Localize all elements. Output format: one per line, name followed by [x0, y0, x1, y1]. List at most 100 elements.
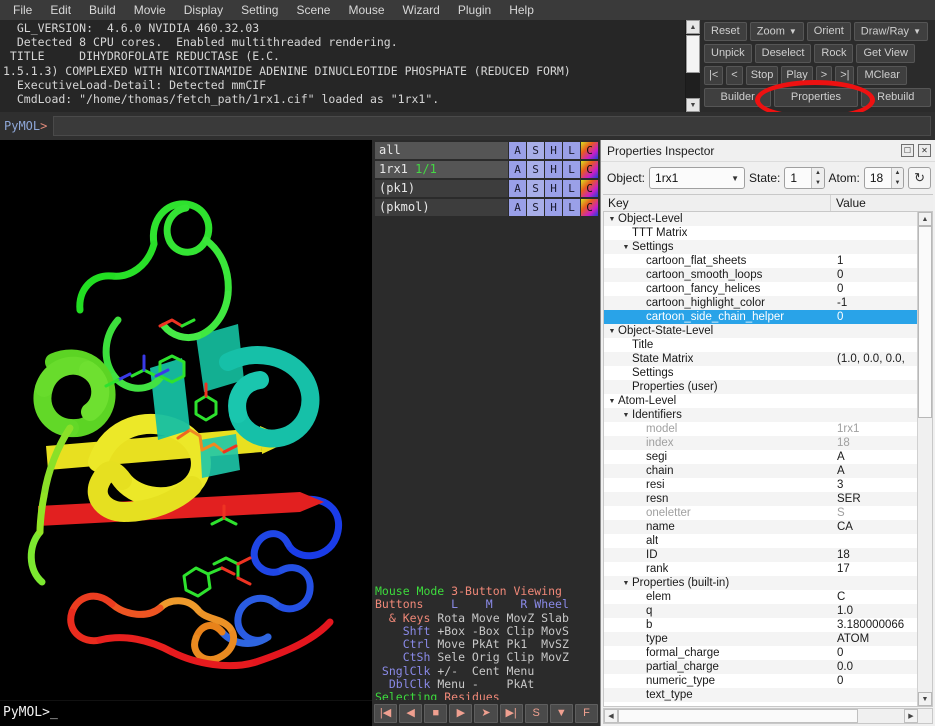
hscroll-thumb[interactable]	[618, 709, 858, 723]
property-value-cell[interactable]: 0	[832, 675, 917, 687]
object-name[interactable]: 1rx1 1/1	[375, 161, 508, 178]
inspector-scroll-up-icon[interactable]: ▲	[918, 212, 932, 226]
object-row[interactable]: (pkmol)ASHLC	[375, 199, 598, 216]
control-button-properties[interactable]: Properties	[774, 88, 857, 107]
property-row[interactable]: cartoon_smooth_loops0	[604, 268, 917, 282]
object-button-h[interactable]: H	[545, 199, 562, 216]
property-value-cell[interactable]: 3.180000066	[832, 619, 917, 631]
atom-stepper-arrows[interactable]: ▲ ▼	[891, 168, 903, 188]
control-button-builder[interactable]: Builder	[704, 88, 771, 107]
property-row[interactable]: cartoon_flat_sheets1	[604, 254, 917, 268]
control-button-[interactable]: <	[726, 66, 742, 85]
log-scroll-thumb[interactable]	[686, 35, 700, 73]
property-value-cell[interactable]: 0	[832, 311, 917, 323]
property-value-cell[interactable]: SER	[832, 493, 917, 505]
menu-edit[interactable]: Edit	[41, 1, 80, 19]
object-button-a[interactable]: A	[509, 199, 526, 216]
control-button-draw-ray[interactable]: Draw/Ray▼	[854, 22, 928, 41]
control-button-rebuild[interactable]: Rebuild	[861, 88, 931, 107]
3d-viewport[interactable]	[0, 140, 372, 700]
object-button-s[interactable]: S	[527, 180, 544, 197]
property-row[interactable]: ▼Properties (built-in)	[604, 576, 917, 590]
movie-down-icon[interactable]: ▼	[550, 704, 573, 723]
tree-expand-icon[interactable]: ▼	[606, 328, 618, 335]
property-value-cell[interactable]: A	[832, 451, 917, 463]
movie-f-icon[interactable]: F	[575, 704, 598, 723]
property-row[interactable]: elemC	[604, 590, 917, 604]
control-button-unpick[interactable]: Unpick	[704, 44, 752, 63]
property-value-cell[interactable]: CA	[832, 521, 917, 533]
property-row[interactable]: partial_charge0.0	[604, 660, 917, 674]
property-row[interactable]: numeric_type0	[604, 674, 917, 688]
property-value-cell[interactable]: 1	[832, 255, 917, 267]
menu-help[interactable]: Help	[500, 1, 543, 19]
object-button-a[interactable]: A	[509, 180, 526, 197]
atom-stepper[interactable]: 18 ▲ ▼	[864, 167, 904, 189]
property-value-cell[interactable]: -1	[832, 297, 917, 309]
property-value-cell[interactable]: 18	[832, 549, 917, 561]
terminal-prompt[interactable]: PyMOL>_	[0, 700, 372, 726]
object-name[interactable]: all	[375, 142, 508, 159]
hscroll-left-icon[interactable]: ◀	[604, 709, 618, 723]
control-button-rock[interactable]: Rock	[814, 44, 853, 63]
control-button-stop[interactable]: Stop	[746, 66, 779, 85]
state-stepper[interactable]: 1 ▲ ▼	[784, 167, 824, 189]
object-button-l[interactable]: L	[563, 199, 580, 216]
log-scrollbar[interactable]: ▲ ▼	[685, 20, 700, 112]
tree-expand-icon[interactable]: ▼	[606, 398, 618, 405]
tree-expand-icon[interactable]: ▼	[620, 412, 632, 419]
log-scroll-down-icon[interactable]: ▼	[686, 98, 700, 112]
property-value-cell[interactable]: 0	[832, 269, 917, 281]
object-button-c[interactable]: C	[581, 180, 598, 197]
tree-expand-icon[interactable]: ▼	[620, 580, 632, 587]
property-value-cell[interactable]: C	[832, 591, 917, 603]
close-icon[interactable]: ✕	[918, 144, 931, 157]
menu-setting[interactable]: Setting	[232, 1, 287, 19]
property-row[interactable]: ▼Object-Level	[604, 212, 917, 226]
object-button-s[interactable]: S	[527, 161, 544, 178]
property-row[interactable]: typeATOM	[604, 632, 917, 646]
state-down-icon[interactable]: ▼	[812, 178, 823, 188]
object-button-h[interactable]: H	[545, 142, 562, 159]
property-row[interactable]: nameCA	[604, 520, 917, 534]
menu-display[interactable]: Display	[175, 1, 232, 19]
object-button-s[interactable]: S	[527, 142, 544, 159]
menu-plugin[interactable]: Plugin	[449, 1, 500, 19]
atom-down-icon[interactable]: ▼	[892, 178, 903, 188]
menu-movie[interactable]: Movie	[125, 1, 175, 19]
object-button-c[interactable]: C	[581, 199, 598, 216]
inspector-horizontal-scrollbar[interactable]: ◀ ▶	[603, 708, 933, 724]
control-button-[interactable]: |<	[704, 66, 723, 85]
property-row[interactable]: ▼Object-State-Level	[604, 324, 917, 338]
property-row[interactable]: cartoon_side_chain_helper0	[604, 310, 917, 324]
property-row[interactable]: q1.0	[604, 604, 917, 618]
state-stepper-arrows[interactable]: ▲ ▼	[811, 168, 823, 188]
object-name[interactable]: (pk1)	[375, 180, 508, 197]
property-value-cell[interactable]: 0.0	[832, 661, 917, 673]
state-up-icon[interactable]: ▲	[812, 168, 823, 178]
property-value-cell[interactable]: S	[832, 507, 917, 519]
movie-play-icon[interactable]: ▶	[449, 704, 472, 723]
property-row[interactable]: chainA	[604, 464, 917, 478]
object-button-a[interactable]: A	[509, 161, 526, 178]
property-row[interactable]: cartoon_fancy_helices0	[604, 282, 917, 296]
menu-wizard[interactable]: Wizard	[394, 1, 449, 19]
undock-icon[interactable]: ☐	[901, 144, 914, 157]
property-row[interactable]: State Matrix(1.0, 0.0, 0.0,	[604, 352, 917, 366]
property-row[interactable]: ▼Atom-Level	[604, 394, 917, 408]
inspector-scroll-thumb[interactable]	[918, 226, 932, 418]
property-value-cell[interactable]: (1.0, 0.0, 0.0,	[832, 353, 917, 365]
property-row[interactable]: formal_charge0	[604, 646, 917, 660]
hscroll-right-icon[interactable]: ▶	[904, 709, 918, 723]
control-button-[interactable]: >|	[835, 66, 854, 85]
object-button-h[interactable]: H	[545, 161, 562, 178]
object-button-c[interactable]: C	[581, 161, 598, 178]
property-row[interactable]: alt	[604, 534, 917, 548]
menu-build[interactable]: Build	[80, 1, 125, 19]
property-value-cell[interactable]: 17	[832, 563, 917, 575]
movie-rewind-icon[interactable]: ◀	[399, 704, 422, 723]
property-value-cell[interactable]: ATOM	[832, 633, 917, 645]
object-button-s[interactable]: S	[527, 199, 544, 216]
property-value-cell[interactable]: 0	[832, 283, 917, 295]
movie-first-icon[interactable]: |◀	[374, 704, 397, 723]
